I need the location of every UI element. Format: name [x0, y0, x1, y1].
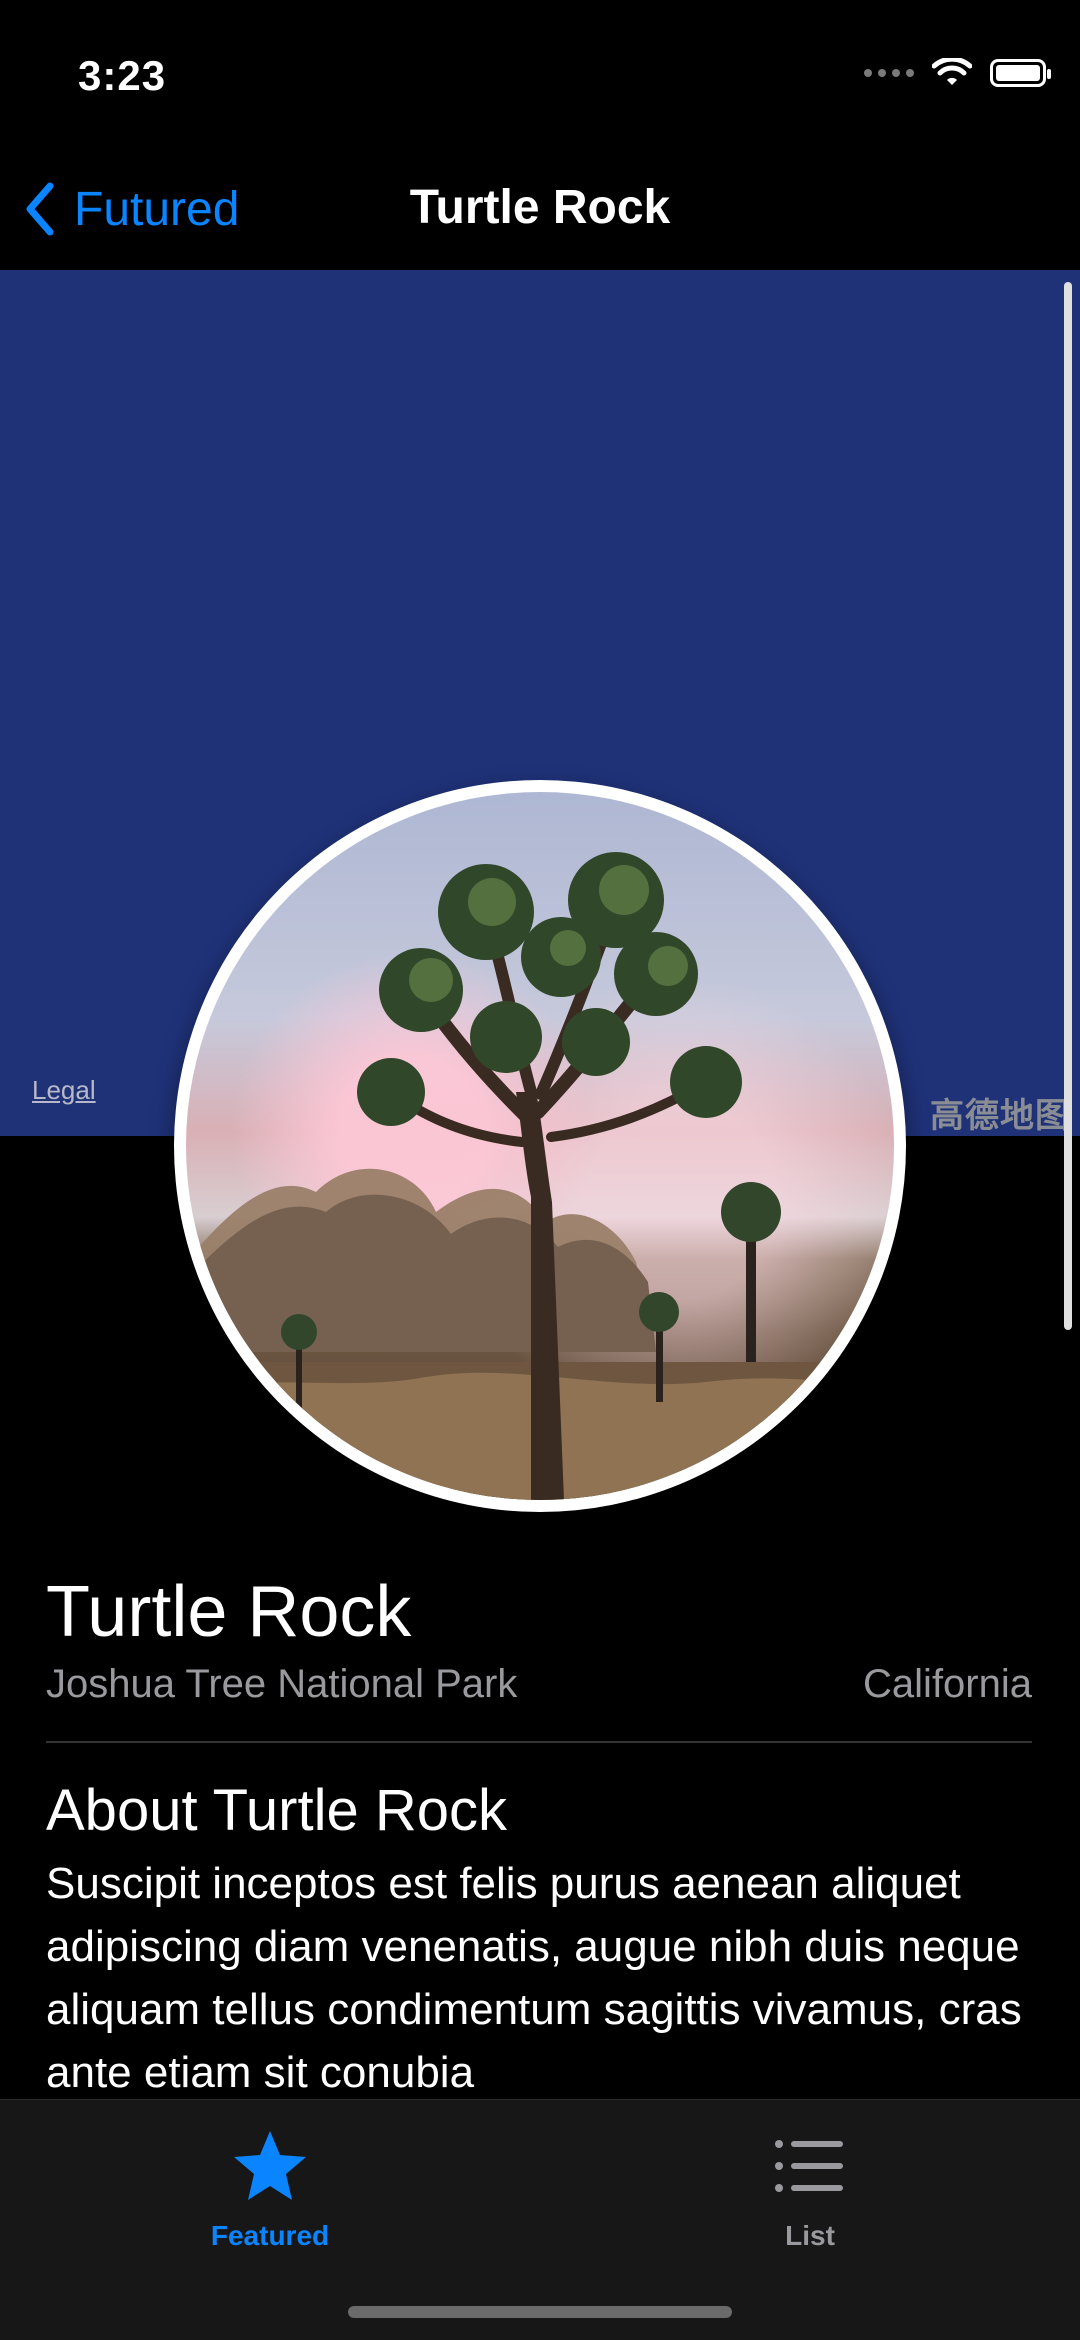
battery-icon [990, 59, 1051, 87]
about-heading: About Turtle Rock [46, 1778, 507, 1843]
landmark-name: Turtle Rock [46, 1572, 412, 1652]
tab-featured-label: Featured [210, 2220, 330, 2251]
joshua-tree-illustration [186, 852, 894, 1500]
scroll-indicator [1064, 282, 1072, 1330]
map-provider-logo: 高德地图 [930, 1097, 1070, 1135]
landmark-location-row: Joshua Tree National Park California [46, 1662, 1032, 1707]
tab-featured[interactable]: Featured [170, 2118, 370, 2252]
list-icon [775, 2140, 843, 2192]
park-name: Joshua Tree National Park [46, 1662, 518, 1706]
home-indicator[interactable] [348, 2306, 732, 2318]
signal-dots-icon [864, 69, 914, 77]
status-bar: 3:23 [0, 0, 1080, 150]
about-description: Suscipit inceptos est felis purus aenean… [46, 1859, 1022, 2097]
nav-title: Turtle Rock [409, 181, 671, 234]
landmark-image-frame [174, 780, 906, 1512]
navigation-bar: Futured Turtle Rock [0, 150, 1080, 270]
landmark-details: Turtle Rock Joshua Tree National Park Ca… [46, 1576, 1032, 2104]
map-legal-link[interactable]: Legal [32, 1075, 96, 1106]
star-icon [234, 2131, 306, 2200]
landmark-image [186, 792, 894, 1500]
wifi-icon [932, 58, 972, 85]
status-time: 3:23 [78, 52, 167, 99]
status-icons [864, 58, 1051, 88]
tab-list[interactable]: List [710, 2118, 910, 2252]
tab-list-label: List [785, 2220, 835, 2251]
divider [46, 1741, 1032, 1743]
state-name: California [863, 1662, 1032, 1706]
tab-bar: Featured List [0, 2099, 1080, 2340]
